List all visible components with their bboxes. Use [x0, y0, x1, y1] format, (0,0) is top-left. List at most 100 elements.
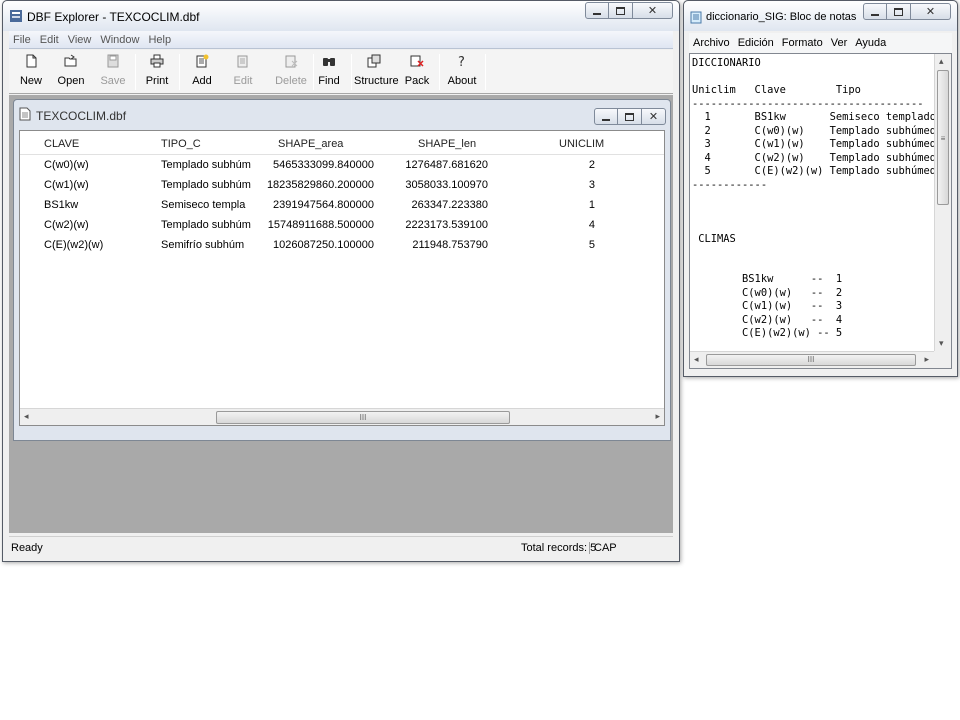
table-window-controls: ✕	[594, 108, 666, 125]
close-button[interactable]: ✕	[642, 108, 666, 125]
pack-button[interactable]: Pack	[397, 50, 437, 94]
print-button[interactable]: Print	[137, 50, 177, 94]
maximize-icon	[616, 6, 625, 15]
column-header-shape-len[interactable]: SHAPE_len	[418, 138, 476, 150]
open-button[interactable]: Open	[51, 50, 91, 94]
minimize-icon	[593, 12, 601, 15]
cell-tipo-c: Templado subhúm	[161, 159, 251, 171]
table-row[interactable]: BS1kw Semiseco templa 2391947564.800000 …	[20, 196, 664, 216]
table-row[interactable]: C(w0)(w) Templado subhúm 5465333099.8400…	[20, 156, 664, 176]
minimize-button[interactable]	[585, 2, 609, 19]
new-button[interactable]: New	[11, 50, 51, 94]
maximize-button[interactable]	[887, 3, 911, 20]
table-row[interactable]: C(w2)(w) Templado subhúm 15748911688.500…	[20, 216, 664, 236]
notepad-text-area[interactable]: DICCIONARIO Uniclim Clave Tipo ---------…	[689, 53, 952, 369]
column-header-uniclim[interactable]: UNICLIM	[559, 138, 604, 150]
edit-record-icon	[237, 55, 248, 68]
notepad-title-bar[interactable]: diccionario_SIG: Bloc de notas ✕	[684, 1, 957, 31]
find-label: Find	[318, 75, 340, 87]
menu-help[interactable]: Help	[148, 34, 171, 46]
cell-shape-len: 1276487.681620	[405, 159, 488, 171]
cell-uniclim: 5	[588, 239, 595, 251]
notepad-window-controls: ✕	[863, 3, 951, 20]
scroll-down-arrow-icon[interactable]: ▾	[939, 338, 944, 349]
menu-edicion[interactable]: Edición	[738, 37, 774, 49]
notepad-menu-bar: Archivo Edición Formato Ver Ayuda	[689, 33, 952, 53]
minimize-button[interactable]	[594, 108, 618, 125]
scroll-left-arrow-icon[interactable]: ◂	[694, 354, 699, 365]
status-ready: Ready	[11, 542, 43, 554]
notepad-content[interactable]: DICCIONARIO Uniclim Clave Tipo ---------…	[692, 57, 942, 341]
save-label: Save	[100, 75, 126, 87]
cell-uniclim: 1	[588, 199, 595, 211]
new-label: New	[19, 75, 42, 87]
scrollbar-corner	[934, 351, 951, 368]
scroll-up-arrow-icon[interactable]: ▴	[939, 56, 944, 67]
column-header-clave[interactable]: CLAVE	[44, 138, 79, 150]
mdi-workspace: TEXCOCLIM.dbf ✕ CLAVE TIPO_C SHAPE_area …	[9, 95, 673, 533]
scroll-right-arrow-icon[interactable]: ▸	[924, 354, 929, 365]
minimize-button[interactable]	[863, 3, 887, 20]
cell-clave: C(w0)(w)	[44, 159, 89, 171]
menu-ver[interactable]: Ver	[831, 37, 848, 49]
scroll-grip-icon: III	[807, 355, 815, 364]
column-header-shape-area[interactable]: SHAPE_area	[278, 138, 343, 150]
toolbar-separator	[179, 54, 180, 90]
maximize-icon	[625, 112, 634, 121]
cell-clave: C(w2)(w)	[44, 219, 89, 231]
pack-label: Pack	[404, 75, 430, 87]
binoculars-icon	[323, 58, 335, 66]
cell-shape-area: 2391947564.800000	[273, 199, 374, 211]
maximize-button[interactable]	[609, 2, 633, 19]
cell-shape-len: 3058033.100970	[405, 179, 488, 191]
save-button[interactable]: Save	[93, 50, 133, 94]
cell-clave: C(w1)(w)	[44, 179, 89, 191]
cell-tipo-c: Semiseco templa	[161, 199, 246, 211]
data-grid[interactable]: CLAVE TIPO_C SHAPE_area SHAPE_len UNICLI…	[19, 130, 665, 426]
maximize-button[interactable]	[618, 108, 642, 125]
close-icon: ✕	[647, 5, 658, 17]
delete-button[interactable]: Delete	[271, 50, 311, 94]
structure-button[interactable]: Structure	[354, 50, 399, 94]
scroll-right-arrow-icon[interactable]: ▸	[655, 411, 660, 422]
find-button[interactable]: Find	[309, 50, 349, 94]
menu-archivo[interactable]: Archivo	[693, 37, 730, 49]
delete-label: Delete	[275, 75, 307, 87]
add-button[interactable]: Add	[182, 50, 222, 94]
horizontal-scrollbar[interactable]: ◂ III ▸	[690, 351, 951, 368]
menu-file[interactable]: File	[13, 34, 31, 46]
print-label: Print	[145, 75, 169, 87]
svg-text:?: ?	[458, 55, 465, 68]
scroll-grip-icon: III	[359, 413, 367, 422]
edit-button[interactable]: Edit	[223, 50, 263, 94]
table-window: TEXCOCLIM.dbf ✕ CLAVE TIPO_C SHAPE_area …	[13, 99, 671, 441]
minimize-icon	[871, 13, 879, 16]
menu-view[interactable]: View	[68, 34, 92, 46]
close-icon: ✕	[925, 6, 936, 18]
menu-formato[interactable]: Formato	[782, 37, 823, 49]
about-button[interactable]: ? About	[442, 50, 482, 94]
menu-bar: File Edit View Window Help	[9, 31, 673, 49]
close-icon: ✕	[648, 111, 659, 123]
table-row[interactable]: C(E)(w2)(w) Semifrío subhúm 1026087250.1…	[20, 236, 664, 256]
menu-edit[interactable]: Edit	[40, 34, 59, 46]
close-button[interactable]: ✕	[911, 3, 951, 20]
scroll-thumb[interactable]: ≡	[937, 70, 949, 205]
cell-clave: C(E)(w2)(w)	[44, 239, 104, 251]
toolbar-separator	[439, 54, 440, 90]
scroll-left-arrow-icon[interactable]: ◂	[24, 411, 29, 422]
open-label: Open	[57, 75, 85, 87]
scroll-grip-icon: ≡	[940, 134, 946, 143]
vertical-scrollbar[interactable]: ▴ ≡ ▾	[934, 54, 951, 351]
dbf-title-bar[interactable]: DBF Explorer - TEXCOCLIM.dbf ✕	[3, 1, 679, 31]
horizontal-scrollbar[interactable]: ◂ III ▸	[20, 408, 664, 425]
menu-window[interactable]: Window	[100, 34, 139, 46]
scroll-thumb[interactable]: III	[706, 354, 916, 366]
table-row[interactable]: C(w1)(w) Templado subhúm 18235829860.200…	[20, 176, 664, 196]
scroll-thumb[interactable]: III	[216, 411, 510, 424]
window-controls: ✕	[585, 2, 673, 19]
column-header-tipo-c[interactable]: TIPO_C	[161, 138, 201, 150]
close-button[interactable]: ✕	[633, 2, 673, 19]
cell-uniclim: 4	[588, 219, 595, 231]
menu-ayuda[interactable]: Ayuda	[855, 37, 886, 49]
